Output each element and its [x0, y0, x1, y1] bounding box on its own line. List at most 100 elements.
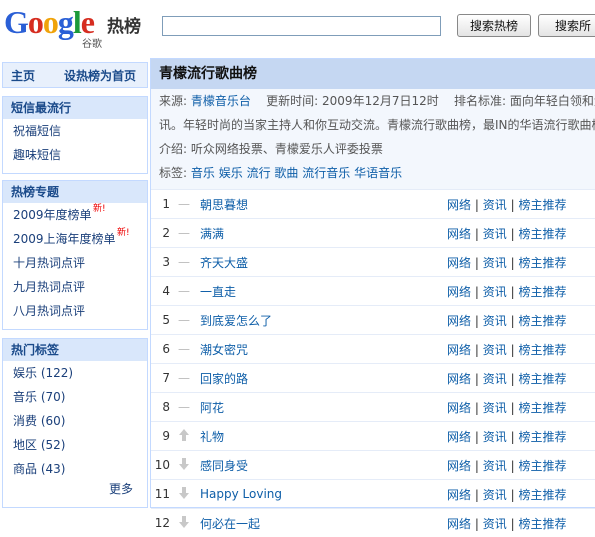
sidebar-tag-music[interactable]: 音乐 (70): [3, 385, 147, 409]
recommend-link[interactable]: 榜主推荐: [518, 285, 566, 299]
song-actions: 网络 | 资讯 | 榜主推荐: [446, 190, 595, 219]
page-title: 青檬流行歌曲榜: [151, 59, 595, 89]
news-link[interactable]: 资讯: [483, 430, 507, 444]
song-title-link[interactable]: 礼物: [194, 422, 446, 451]
song-title-link[interactable]: 齐天大盛: [194, 248, 446, 277]
news-link[interactable]: 资讯: [483, 227, 507, 241]
song-title-link[interactable]: 满满: [194, 219, 446, 248]
set-homepage-link[interactable]: 设热榜为首页: [64, 67, 136, 84]
recommend-link[interactable]: 榜主推荐: [518, 372, 566, 386]
sidebar-item-label: 2009上海年度榜单: [13, 232, 116, 246]
sidebar-item-september[interactable]: 九月热词点评: [3, 275, 147, 299]
recommend-link[interactable]: 榜主推荐: [518, 517, 566, 531]
web-link[interactable]: 网络: [447, 314, 471, 328]
song-actions: 网络 | 资讯 | 榜主推荐: [446, 277, 595, 306]
song-title-link[interactable]: 阿花: [194, 393, 446, 422]
song-title-link[interactable]: 一直走: [194, 277, 446, 306]
recommend-link[interactable]: 榜主推荐: [518, 430, 566, 444]
recommend-link[interactable]: 榜主推荐: [518, 459, 566, 473]
web-link[interactable]: 网络: [447, 488, 471, 502]
web-link[interactable]: 网络: [447, 198, 471, 212]
song-title-link[interactable]: 朝思暮想: [194, 190, 446, 219]
web-link[interactable]: 网络: [447, 227, 471, 241]
tag-link[interactable]: 音乐: [191, 166, 215, 180]
table-row: 8—阿花网络 | 资讯 | 榜主推荐: [151, 393, 595, 422]
tag-link[interactable]: 流行: [247, 166, 271, 180]
song-title-link[interactable]: Happy Loving: [194, 480, 446, 509]
tag-link[interactable]: 娱乐: [219, 166, 243, 180]
song-title-link[interactable]: 到底爱怎么了: [194, 306, 446, 335]
recommend-link[interactable]: 榜主推荐: [518, 343, 566, 357]
sidebar-tag-goods[interactable]: 商品 (43): [3, 457, 147, 481]
recommend-link[interactable]: 榜主推荐: [518, 488, 566, 502]
news-link[interactable]: 资讯: [483, 372, 507, 386]
trend-flat-icon: —: [174, 364, 194, 393]
separator: |: [475, 459, 479, 473]
web-link[interactable]: 网络: [447, 285, 471, 299]
song-title-link[interactable]: 感同身受: [194, 451, 446, 480]
tag-link[interactable]: 流行音乐: [302, 166, 350, 180]
web-link[interactable]: 网络: [447, 343, 471, 357]
separator: |: [511, 401, 515, 415]
web-link[interactable]: 网络: [447, 430, 471, 444]
trend-flat-icon: —: [174, 219, 194, 248]
rank-number: 3: [151, 248, 174, 277]
table-row: 9礼物网络 | 资讯 | 榜主推荐: [151, 422, 595, 451]
web-link[interactable]: 网络: [447, 459, 471, 473]
sidebar-tag-region[interactable]: 地区 (52): [3, 433, 147, 457]
song-title-link[interactable]: 潮女密咒: [194, 335, 446, 364]
home-link[interactable]: 主页: [11, 67, 35, 84]
recommend-link[interactable]: 榜主推荐: [518, 227, 566, 241]
google-logo[interactable]: Google 谷歌: [4, 6, 104, 46]
source-label: 来源:: [159, 94, 187, 108]
search-input[interactable]: [162, 16, 441, 36]
web-link[interactable]: 网络: [447, 256, 471, 270]
sidebar-item-2009-shanghai[interactable]: 2009上海年度榜单 新!: [3, 227, 147, 251]
sidebar-tag-entertainment[interactable]: 娱乐 (122): [3, 361, 147, 385]
news-link[interactable]: 资讯: [483, 198, 507, 212]
tags-row: 标签: 音乐 娱乐 流行 歌曲 流行音乐 华语音乐: [159, 161, 595, 185]
tag-link[interactable]: 歌曲: [274, 166, 298, 180]
song-title-link[interactable]: 回家的路: [194, 364, 446, 393]
tag-link[interactable]: 华语音乐: [354, 166, 402, 180]
rank-number: 10: [151, 451, 174, 480]
news-link[interactable]: 资讯: [483, 401, 507, 415]
news-link[interactable]: 资讯: [483, 488, 507, 502]
separator: |: [511, 343, 515, 357]
sidebar-item-october[interactable]: 十月热词点评: [3, 251, 147, 275]
sidebar-item-fun-sms[interactable]: 趣味短信: [3, 143, 147, 167]
news-link[interactable]: 资讯: [483, 343, 507, 357]
search-hot-button[interactable]: 搜索热榜: [457, 14, 531, 37]
recommend-link[interactable]: 榜主推荐: [518, 198, 566, 212]
recommend-link[interactable]: 榜主推荐: [518, 401, 566, 415]
sidebar-item-august[interactable]: 八月热词点评: [3, 299, 147, 323]
sidebar-item-blessing-sms[interactable]: 祝福短信: [3, 119, 147, 143]
table-row: 3—齐天大盛网络 | 资讯 | 榜主推荐: [151, 248, 595, 277]
separator: |: [511, 285, 515, 299]
source-link[interactable]: 青檬音乐台: [191, 94, 251, 108]
separator: |: [475, 285, 479, 299]
sidebar-tag-consumer[interactable]: 消费 (60): [3, 409, 147, 433]
recommend-link[interactable]: 榜主推荐: [518, 256, 566, 270]
search-all-button[interactable]: 搜索所: [538, 14, 595, 37]
product-name: 热榜: [107, 12, 141, 37]
trend-flat-icon: —: [174, 335, 194, 364]
song-title-link[interactable]: 何必在一起: [194, 509, 446, 537]
web-link[interactable]: 网络: [447, 517, 471, 531]
news-link[interactable]: 资讯: [483, 459, 507, 473]
table-row: 5—到底爱怎么了网络 | 资讯 | 榜主推荐: [151, 306, 595, 335]
song-actions: 网络 | 资讯 | 榜主推荐: [446, 335, 595, 364]
news-link[interactable]: 资讯: [483, 285, 507, 299]
separator: |: [475, 343, 479, 357]
news-link[interactable]: 资讯: [483, 314, 507, 328]
rank-number: 4: [151, 277, 174, 306]
news-link[interactable]: 资讯: [483, 517, 507, 531]
separator: |: [475, 517, 479, 531]
web-link[interactable]: 网络: [447, 372, 471, 386]
recommend-link[interactable]: 榜主推荐: [518, 314, 566, 328]
more-tags-link[interactable]: 更多: [3, 481, 147, 497]
separator: |: [511, 314, 515, 328]
web-link[interactable]: 网络: [447, 401, 471, 415]
news-link[interactable]: 资讯: [483, 256, 507, 270]
song-actions: 网络 | 资讯 | 榜主推荐: [446, 451, 595, 480]
